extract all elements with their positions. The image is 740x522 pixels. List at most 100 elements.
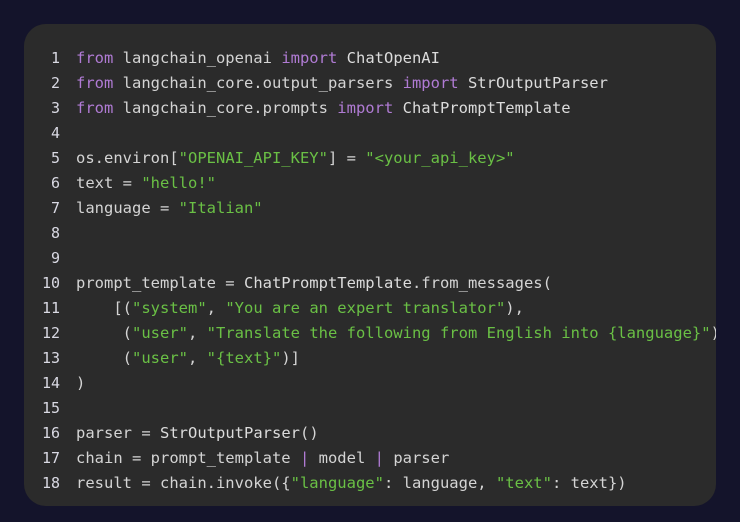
code-token-var: langchain_openai xyxy=(113,49,282,67)
line-content: from langchain_core.output_parsers impor… xyxy=(76,71,716,96)
line-content: os.environ["OPENAI_API_KEY"] = "<your_ap… xyxy=(76,146,716,171)
code-line[interactable]: 1 from langchain_openai import ChatOpenAI xyxy=(24,46,716,71)
line-number: 1 xyxy=(50,49,60,67)
code-token-var: os.environ[ xyxy=(76,149,179,167)
code-token-var: [( xyxy=(76,299,132,317)
code-line[interactable]: 6 text = "hello!" xyxy=(24,171,716,196)
code-token-var: , xyxy=(188,349,207,367)
code-token-cls: StrOutputParser xyxy=(160,424,300,442)
code-token-kw: import xyxy=(281,49,338,67)
code-line[interactable]: 11 [("system", "You are an expert transl… xyxy=(24,296,716,321)
line-number: 7 xyxy=(50,199,60,217)
code-token-var: () xyxy=(299,424,319,442)
code-line[interactable]: 7 language = "Italian" xyxy=(24,196,716,221)
line-content: from langchain_openai import ChatOpenAI xyxy=(76,46,716,71)
code-token-var xyxy=(393,99,402,117)
code-line[interactable]: 18 result = chain.invoke({"language": lan… xyxy=(24,471,716,496)
line-content: text = "hello!" xyxy=(76,171,716,196)
line-number: 9 xyxy=(50,249,60,267)
code-token-cls: StrOutputParser xyxy=(467,74,608,92)
code-token-var: ( xyxy=(76,349,132,367)
line-content: prompt_template = ChatPromptTemplate.fro… xyxy=(76,271,716,296)
code-token-var: , xyxy=(188,324,207,342)
line-content: chain = prompt_template | model | parser xyxy=(76,446,716,471)
code-line[interactable]: 5 os.environ["OPENAI_API_KEY"] = "<your_a… xyxy=(24,146,716,171)
code-token-str: "text" xyxy=(495,474,552,492)
code-token-str: "hello!" xyxy=(141,174,216,192)
code-token-str: "<your_api_key>" xyxy=(365,149,515,167)
line-content: ) xyxy=(76,371,716,396)
line-number: 6 xyxy=(50,174,60,192)
code-token-var: , xyxy=(206,299,226,317)
code-line[interactable]: 3 from langchain_core.prompts import Chat… xyxy=(24,96,716,121)
line-number: 16 xyxy=(41,424,60,442)
code-token-kw: import xyxy=(402,74,459,92)
line-content: ("user", "Translate the following from E… xyxy=(76,321,716,346)
code-token-kw: import xyxy=(337,99,394,117)
line-number: 11 xyxy=(41,299,60,317)
code-line[interactable]: 16 parser = StrOutputParser() xyxy=(24,421,716,446)
line-number: 5 xyxy=(50,149,60,167)
code-line[interactable]: 8 xyxy=(24,221,716,246)
line-number: 12 xyxy=(41,324,60,342)
code-token-cls: ChatPromptTemplate xyxy=(402,99,571,117)
code-token-var: result = chain.invoke({ xyxy=(76,474,291,492)
code-token-pipe: | xyxy=(299,449,310,467)
code-token-var: ), xyxy=(711,324,716,342)
line-number: 8 xyxy=(50,224,60,242)
code-line[interactable]: 9 xyxy=(24,246,716,271)
code-token-var: model xyxy=(309,449,375,467)
code-line[interactable]: 12 ("user", "Translate the following fro… xyxy=(24,321,716,346)
code-line[interactable]: 14) xyxy=(24,371,716,396)
code-line[interactable]: 13 ("user", "{text}")] xyxy=(24,346,716,371)
line-number: 10 xyxy=(41,274,60,292)
code-line[interactable]: 10 prompt_template = ChatPromptTemplate.f… xyxy=(24,271,716,296)
code-token-var: ( xyxy=(76,324,132,342)
code-token-var: language = xyxy=(76,199,179,217)
line-content: [("system", "You are an expert translato… xyxy=(76,296,716,321)
code-token-str: "user" xyxy=(132,349,188,367)
code-line[interactable]: 2 from langchain_core.output_parsers impo… xyxy=(24,71,716,96)
code-token-kw: from xyxy=(76,74,114,92)
line-number: 3 xyxy=(50,99,60,117)
line-number: 2 xyxy=(50,74,60,92)
code-token-var: : language, xyxy=(383,474,496,492)
line-number: 17 xyxy=(41,449,60,467)
code-token-var: prompt_template = xyxy=(76,274,244,292)
code-token-cls: ChatOpenAI xyxy=(346,49,440,67)
line-content: ("user", "{text}")] xyxy=(76,346,716,371)
line-number: 14 xyxy=(41,374,60,392)
line-content: language = "Italian" xyxy=(76,196,716,221)
line-number: 13 xyxy=(41,349,60,367)
code-token-str: "OPENAI_API_KEY" xyxy=(178,149,328,167)
code-line[interactable]: 4 xyxy=(24,121,716,146)
code-token-var xyxy=(459,74,468,92)
code-token-var xyxy=(337,49,346,67)
code-token-cls: ChatPromptTemplate xyxy=(243,274,412,292)
code-token-var: parser xyxy=(383,449,450,467)
line-content: from langchain_core.prompts import ChatP… xyxy=(76,96,716,121)
code-token-var: ) xyxy=(76,374,86,392)
code-line[interactable]: 15 xyxy=(24,396,716,421)
code-token-kw: from xyxy=(76,99,114,117)
code-token-var: ), xyxy=(505,299,524,317)
code-token-var: chain = prompt_template xyxy=(76,449,300,467)
code-token-pipe: | xyxy=(374,449,384,467)
code-token-var: parser = xyxy=(76,424,160,442)
code-token-str: "You are an expert translator" xyxy=(225,299,506,317)
code-lines-container[interactable]: 1 from langchain_openai import ChatOpenAI… xyxy=(24,46,716,496)
code-token-var: langchain_core.prompts xyxy=(113,99,338,117)
code-line[interactable]: 17 chain = prompt_template | model | pars… xyxy=(24,446,716,471)
code-token-var: langchain_core.output_parsers xyxy=(113,74,403,92)
code-token-str: "Translate the following from English in… xyxy=(206,324,711,342)
line-number: 18 xyxy=(41,474,60,492)
code-token-var: )] xyxy=(281,349,300,367)
code-token-op: ] = xyxy=(327,149,366,167)
line-content: parser = StrOutputParser() xyxy=(76,421,716,446)
code-token-var: : text}) xyxy=(551,474,627,492)
line-number: 4 xyxy=(50,124,60,142)
code-token-var: .from_messages( xyxy=(411,274,552,292)
code-token-str: "language" xyxy=(290,474,384,492)
code-token-var: text = xyxy=(76,174,142,192)
code-token-str: "Italian" xyxy=(178,199,263,217)
